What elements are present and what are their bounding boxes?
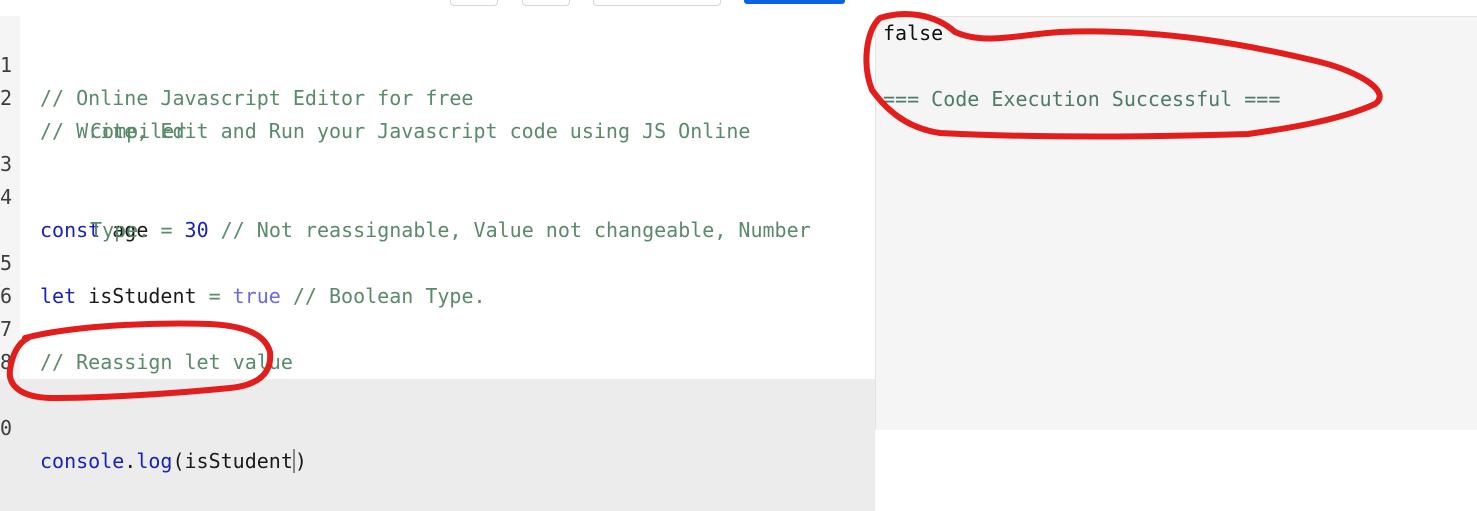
output-value: false	[883, 21, 944, 45]
code-object: console	[40, 449, 125, 473]
code-editor[interactable]: 1 // Online Javascript Editor for free 2…	[0, 16, 876, 511]
toolbar-button[interactable]	[450, 0, 498, 6]
execution-status: === Code Execution Successful ===	[883, 87, 1281, 111]
output-panel: false === Code Execution Successful ===	[876, 17, 1477, 430]
toolbar-select[interactable]	[593, 0, 721, 6]
run-button[interactable]	[744, 0, 845, 4]
code-line-active[interactable]: 0 console.log(isStudent)	[0, 379, 875, 511]
toolbar-button[interactable]	[522, 0, 570, 6]
code-argument: isStudent	[184, 449, 295, 473]
toolbar	[0, 0, 1477, 16]
line-number: 0	[0, 416, 13, 440]
code-function: log	[136, 449, 173, 473]
code-paren-open: (	[172, 449, 185, 473]
code-paren-close: )	[294, 449, 307, 473]
code-dot: .	[124, 449, 137, 473]
